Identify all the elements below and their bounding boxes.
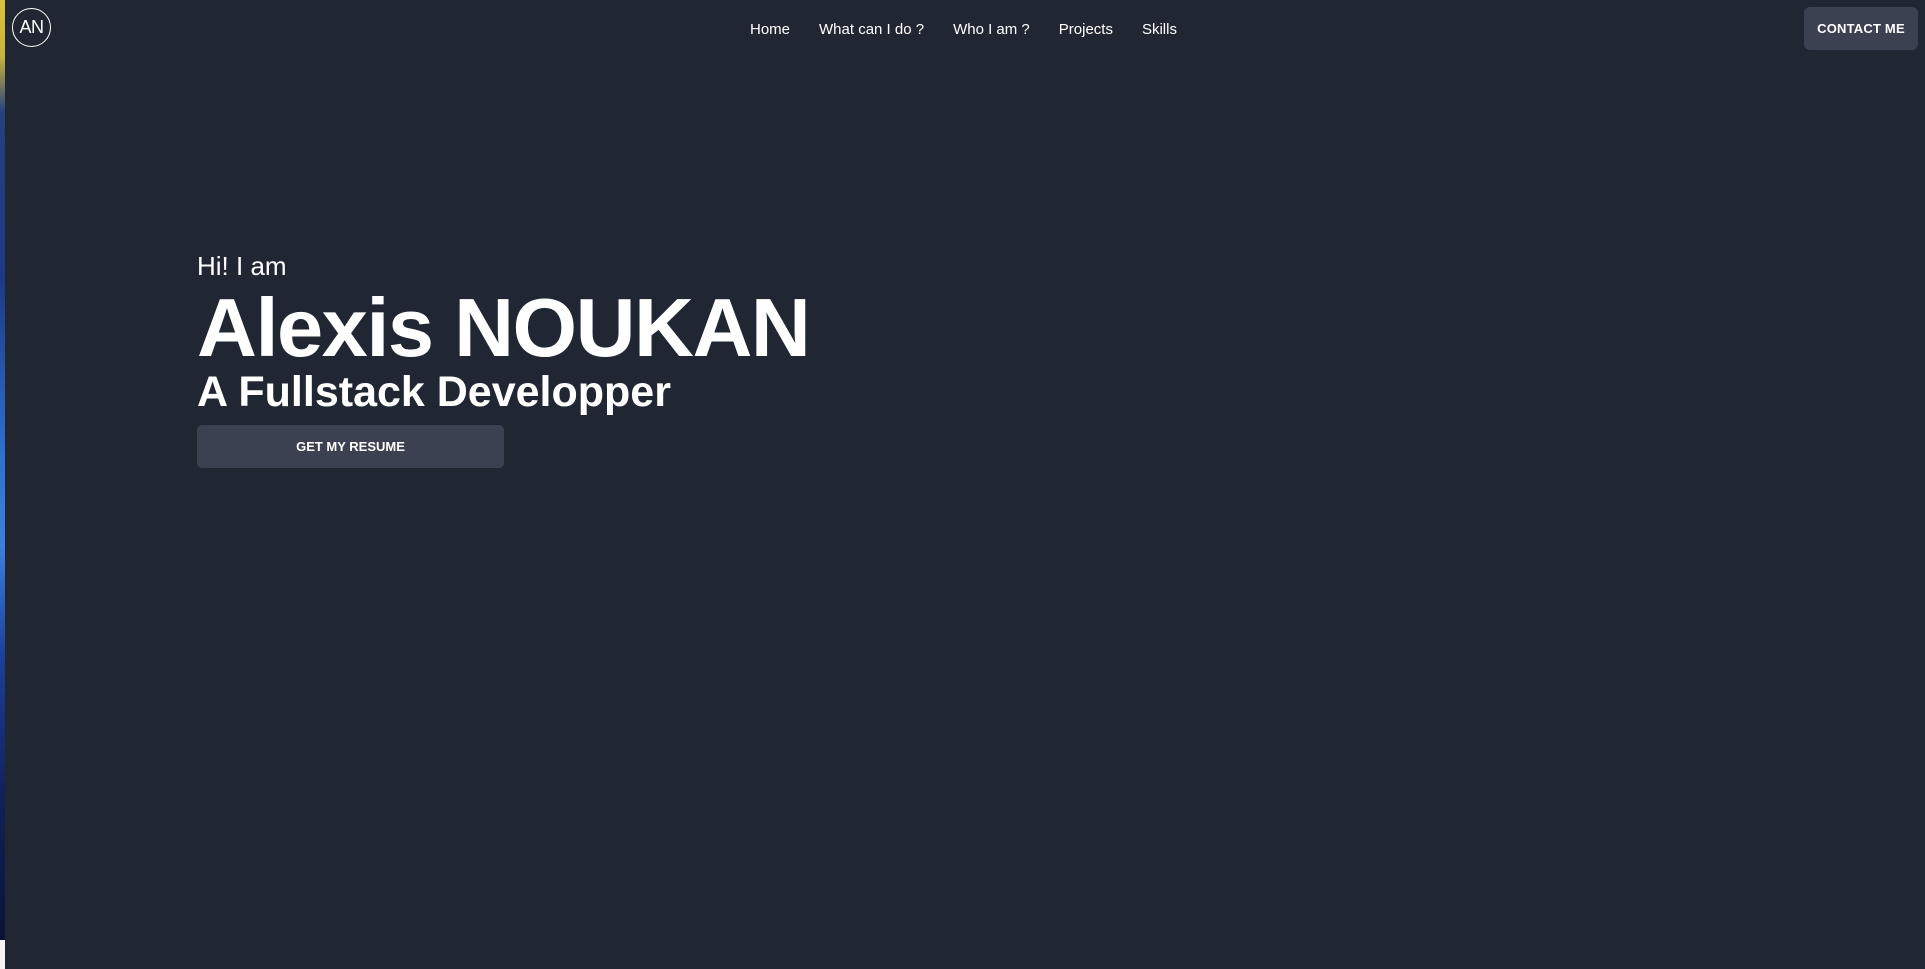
nav-link-who-i-am[interactable]: Who I am ? [953, 21, 1030, 38]
nav-links: Home What can I do ? Who I am ? Projects… [750, 21, 1177, 38]
left-edge-decoration [0, 0, 5, 940]
hero-section: Hi! I am Alexis NOUKAN A Fullstack Devel… [197, 248, 811, 468]
nav-link-what-can-i-do[interactable]: What can I do ? [819, 21, 924, 38]
nav-link-skills[interactable]: Skills [1142, 21, 1177, 38]
page: AN Home What can I do ? Who I am ? Proje… [0, 0, 1925, 969]
left-edge-decoration-bottom [0, 940, 5, 969]
hero-greeting: Hi! I am [197, 251, 287, 281]
nav-link-projects[interactable]: Projects [1059, 21, 1113, 38]
hero-name: Alexis NOUKAN [197, 281, 811, 374]
get-resume-button[interactable]: GET MY RESUME [197, 425, 504, 468]
contact-me-button[interactable]: CONTACT ME [1804, 7, 1918, 50]
top-nav: Home What can I do ? Who I am ? Projects… [0, 0, 1925, 58]
nav-link-home[interactable]: Home [750, 21, 790, 38]
